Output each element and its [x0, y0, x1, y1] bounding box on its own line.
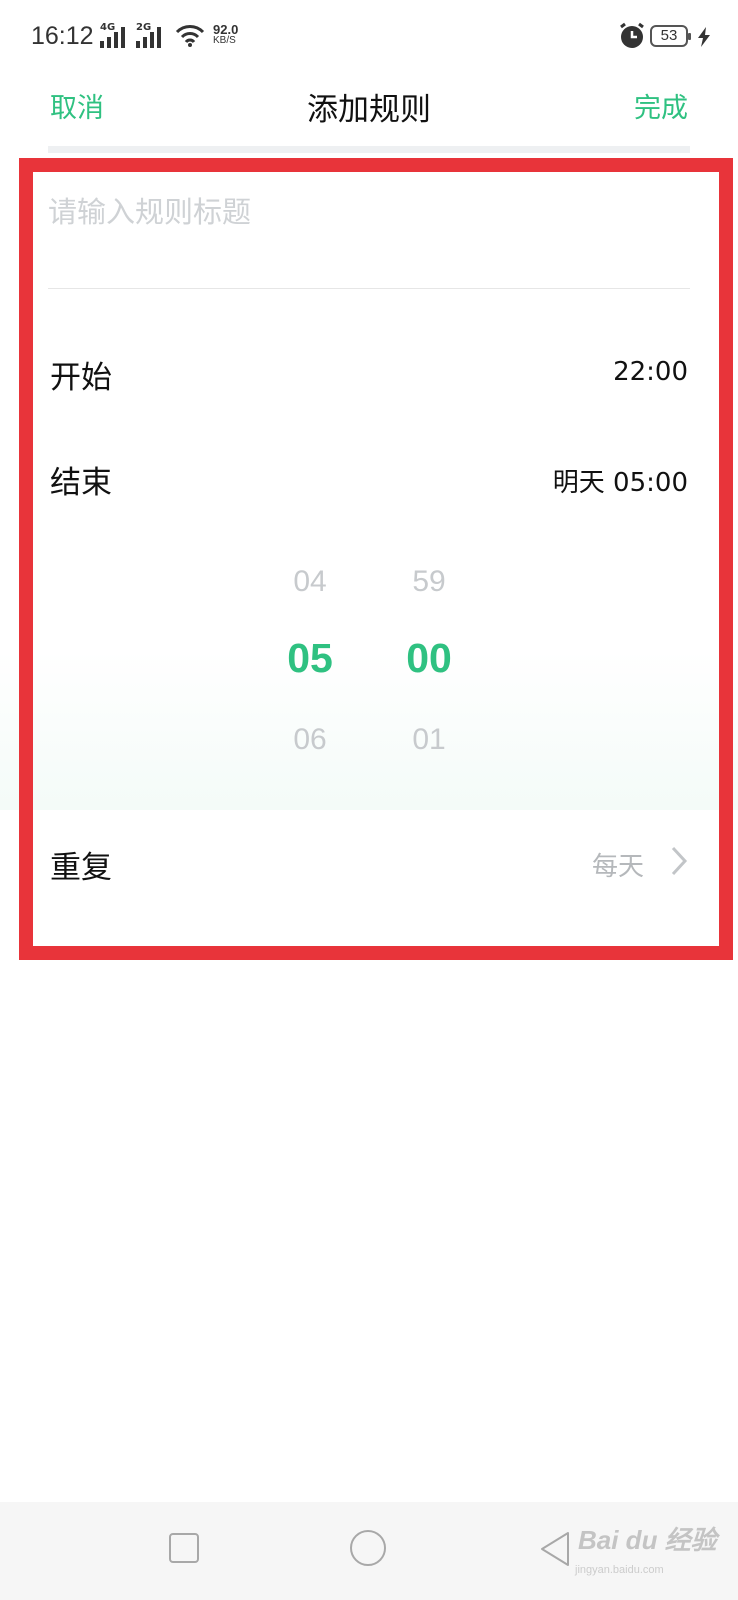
done-button[interactable]: 完成: [634, 86, 688, 125]
alarm-icon: [620, 22, 644, 48]
back-button[interactable]: [538, 1530, 572, 1568]
rule-title-input[interactable]: [48, 182, 690, 242]
watermark-logo: Bai du 经验: [578, 1525, 717, 1555]
end-time-row[interactable]: 结束 明天 05:00: [48, 443, 690, 513]
hour-next[interactable]: 06: [265, 723, 355, 757]
start-time-row[interactable]: 开始 22:00: [48, 338, 690, 408]
chevron-right-icon: [671, 846, 688, 876]
system-nav-bar: Bai du 经验 jingyan.baidu.com: [0, 1502, 738, 1600]
start-value: 22:00: [613, 357, 688, 387]
minute-next[interactable]: 01: [384, 723, 474, 757]
watermark-url: jingyan.baidu.com: [575, 1564, 664, 1576]
minute-selected[interactable]: 00: [384, 635, 474, 682]
status-bar: 16:12 4G 2G 92.0 KB/S 53: [0, 0, 738, 72]
battery-icon: 53: [650, 25, 691, 47]
nav-header: 取消 添加规则 完成: [0, 72, 738, 148]
status-time: 16:12: [31, 22, 94, 50]
time-picker-background: [0, 650, 738, 810]
home-button[interactable]: [350, 1530, 386, 1566]
hour-prev[interactable]: 04: [265, 565, 355, 599]
net-speed: 92.0 KB/S: [213, 22, 239, 46]
start-label: 开始: [50, 360, 112, 396]
end-label: 结束: [50, 465, 112, 501]
repeat-row[interactable]: 重复 每天: [48, 828, 690, 898]
page-title: 添加规则: [307, 92, 431, 128]
divider: [48, 288, 690, 289]
header-divider: [48, 146, 690, 153]
repeat-value: 每天: [591, 852, 644, 882]
charging-icon: [698, 27, 710, 47]
end-value: 明天 05:00: [552, 468, 688, 498]
repeat-label: 重复: [50, 850, 112, 886]
hour-selected[interactable]: 05: [265, 635, 355, 682]
recent-apps-button[interactable]: [169, 1533, 199, 1563]
minute-prev[interactable]: 59: [384, 565, 474, 599]
wifi-icon: [175, 25, 205, 47]
